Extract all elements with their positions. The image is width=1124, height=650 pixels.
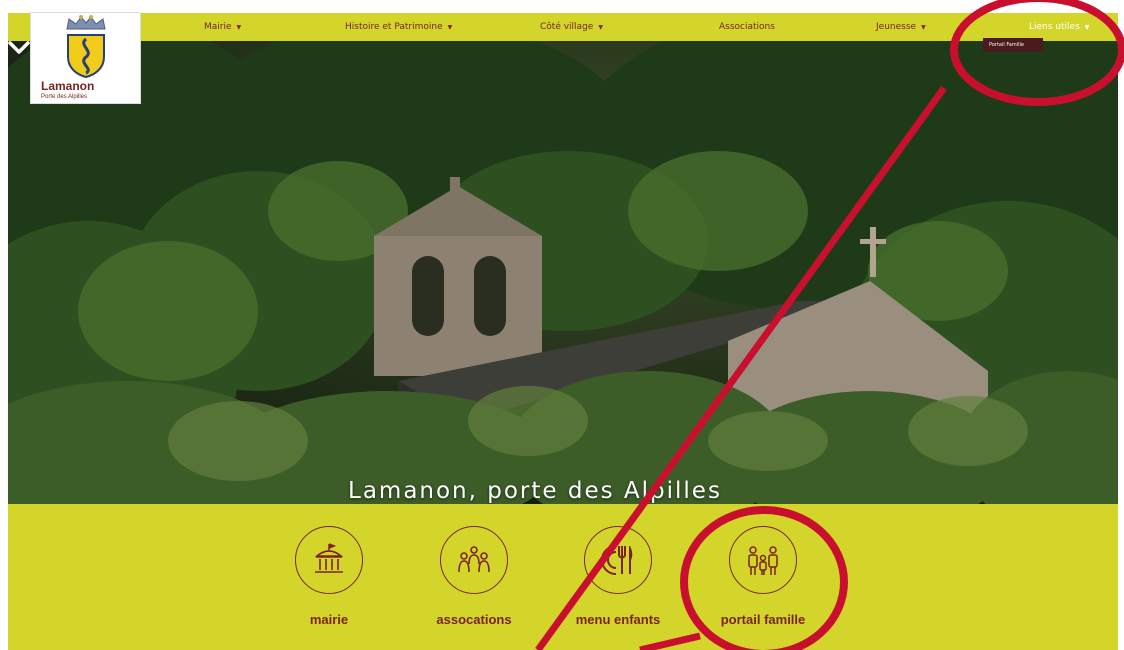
chevron-down-icon: ▼ [921, 23, 926, 31]
quicklink-label: mairie [309, 612, 349, 627]
crown-icon [66, 15, 106, 30]
quicklink-label: menu enfants [575, 612, 661, 627]
hero-banner: Lamanon, porte des Alpilles [8, 41, 1118, 504]
plate-cutlery-icon [601, 545, 633, 575]
nav-item-mairie[interactable]: Mairie ▼ [204, 13, 241, 41]
main-navigation: Mairie ▼ Histoire et Patrimoine ▼ Côté vil… [8, 13, 1118, 41]
family-icon [748, 546, 778, 575]
quicklink-menu-enfants[interactable]: menu enfants [558, 526, 678, 627]
chevron-down-icon[interactable] [8, 41, 30, 55]
chevron-down-icon: ▼ [236, 23, 242, 31]
chevron-down-icon: ▼ [1084, 23, 1090, 31]
chevron-down-icon: ▼ [447, 23, 453, 31]
quicklink-label: portail famille [720, 612, 806, 627]
nav-item-liens-utiles[interactable]: Liens utiles ▼ [1029, 13, 1089, 41]
nav-label: Côté village [540, 22, 594, 32]
quicklink-circle [584, 526, 652, 594]
site-logo[interactable]: Lamanon Porte des Alpilles [30, 12, 141, 104]
people-group-icon [458, 546, 490, 573]
hero-photo [8, 41, 1118, 504]
logo-subtitle: Porte des Alpilles [41, 94, 88, 100]
chevron-down-icon: ▼ [598, 23, 603, 31]
quicklink-associations[interactable]: assocations [414, 526, 534, 627]
quicklink-portail-famille[interactable]: portail famille [703, 526, 823, 627]
nav-label: Histoire et Patrimoine [345, 22, 443, 32]
nav-label: Jeunesse [876, 22, 917, 32]
coat-of-arms-icon [67, 34, 105, 79]
dropdown-item-portail-famille[interactable]: Portail Famille [983, 38, 1043, 52]
nav-item-jeunesse[interactable]: Jeunesse ▼ [876, 13, 926, 41]
quicklink-circle [729, 526, 797, 594]
quicklink-mairie[interactable]: mairie [269, 526, 389, 627]
nav-label: Mairie [204, 22, 232, 32]
logo-name: Lamanon [41, 79, 95, 93]
quicklink-circle [295, 526, 363, 594]
nav-item-histoire[interactable]: Histoire et Patrimoine ▼ [345, 13, 452, 41]
nav-label: Liens utiles [1029, 22, 1080, 32]
town-hall-icon [314, 543, 344, 573]
nav-item-cote-village[interactable]: Côté village ▼ [540, 13, 603, 41]
nav-label: Associations [719, 22, 775, 32]
quicklink-label: assocations [436, 612, 512, 627]
hero-title: Lamanon, porte des Alpilles [348, 478, 722, 504]
quicklink-circle [440, 526, 508, 594]
nav-item-associations[interactable]: Associations [719, 13, 775, 41]
